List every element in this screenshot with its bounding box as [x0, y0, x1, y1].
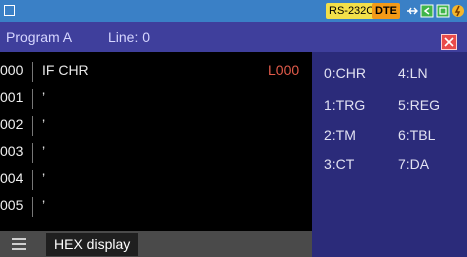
editor-row[interactable]: 001 ’	[0, 89, 312, 109]
line-label: L000	[268, 62, 300, 78]
row-divider	[32, 170, 33, 190]
row-divider	[32, 197, 33, 217]
option-tm[interactable]: 2:TM	[324, 127, 356, 143]
status-bar: RS-232C DTE	[0, 0, 467, 22]
hamburger-menu-icon[interactable]	[12, 238, 26, 250]
option-trg[interactable]: 1:TRG	[324, 97, 365, 113]
record-icon[interactable]	[436, 3, 450, 19]
usb-icon	[407, 7, 418, 15]
line-number: 000	[0, 62, 24, 78]
line-code: ’	[42, 170, 46, 186]
option-tbl[interactable]: 6:TBL	[398, 127, 435, 143]
row-divider	[32, 143, 33, 163]
option-ct[interactable]: 3:CT	[324, 156, 354, 172]
close-button[interactable]	[441, 34, 457, 50]
line-number: 002	[0, 116, 24, 132]
editor-row[interactable]: 003 ’	[0, 143, 312, 163]
editor-row[interactable]: 004 ’	[0, 170, 312, 190]
line-number: 003	[0, 143, 24, 159]
rs232c-badge: RS-232C	[326, 3, 378, 19]
program-name: Program A	[6, 29, 73, 45]
back-icon[interactable]	[420, 3, 434, 19]
line-number: 005	[0, 197, 24, 213]
hex-display-button[interactable]: HEX display	[46, 233, 139, 256]
instruction-panel: 0:CHR 4:LN 1:TRG 5:REG 2:TM 6:TBL 3:CT 7…	[312, 52, 467, 257]
bottom-toolbar: HEX display	[0, 231, 312, 257]
row-divider	[32, 62, 33, 82]
editor-row[interactable]: 005 ’	[0, 197, 312, 217]
line-code: ’	[42, 89, 46, 105]
program-editor[interactable]: 000 IF CHR L000 001 ’ 002 ’ 003 ’ 004 ’ …	[0, 52, 312, 231]
editor-row[interactable]: 000 IF CHR L000	[0, 62, 312, 82]
menu-square-icon[interactable]	[4, 5, 15, 16]
row-divider	[32, 116, 33, 136]
editor-row[interactable]: 002 ’	[0, 116, 312, 136]
title-bar: Program A Line: 0	[0, 22, 467, 52]
row-divider	[32, 89, 33, 109]
line-indicator: Line: 0	[108, 29, 151, 45]
line-code: ’	[42, 197, 46, 213]
line-code: ’	[42, 116, 46, 132]
dte-badge: DTE	[372, 3, 400, 19]
option-ln[interactable]: 4:LN	[398, 65, 428, 81]
line-number: 001	[0, 89, 24, 105]
close-icon	[444, 37, 454, 47]
option-reg[interactable]: 5:REG	[398, 97, 440, 113]
option-chr[interactable]: 0:CHR	[324, 65, 366, 81]
line-code: IF CHR	[42, 62, 89, 78]
line-number: 004	[0, 170, 24, 186]
option-da[interactable]: 7:DA	[398, 156, 429, 172]
line-code: ’	[42, 143, 46, 159]
power-icon	[452, 5, 464, 17]
